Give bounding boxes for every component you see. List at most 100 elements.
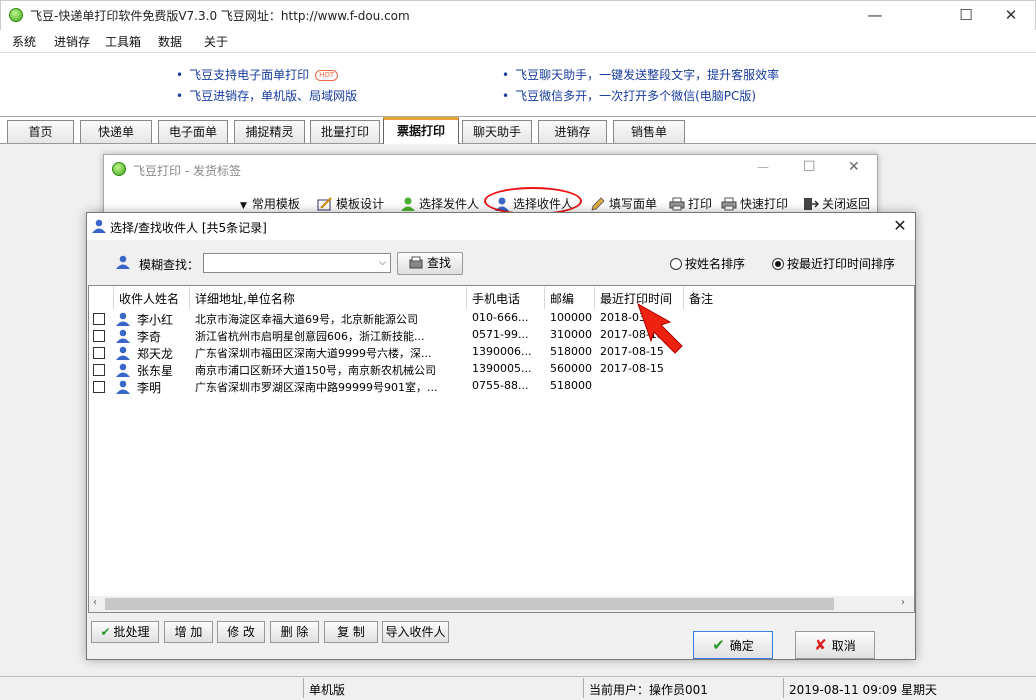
cell-zip[interactable]: 518000 [550,345,592,358]
maximize-button[interactable]: ☐ [803,159,816,175]
cell-address[interactable]: 广东省深圳市罗湖区深南中路99999号901室，... [195,379,437,395]
row-checkbox[interactable] [93,347,105,359]
caret-down-icon: ▼ [240,201,247,211]
quick-print-button[interactable]: 快速打印 [721,195,788,212]
template-design-button[interactable]: 模板设计 [317,195,384,212]
cell-time[interactable]: 2017-08-15 [600,362,664,375]
close-return-button[interactable]: 关闭返回 [803,195,870,212]
design-icon [317,197,333,211]
cell-phone[interactable]: 1390006... [472,345,531,358]
tab-eorder[interactable]: 电子面单 [158,120,228,143]
col-header-name[interactable]: 收件人姓名 [119,290,179,307]
search-button[interactable]: 查找 [397,252,463,275]
row-checkbox[interactable] [93,313,105,325]
fill-form-button[interactable]: 填写面单 [590,195,657,212]
menu-data[interactable]: 数据 [158,33,182,50]
cell-name[interactable]: 张东星 [137,362,173,379]
menu-about[interactable]: 关于 [204,33,228,50]
row-checkbox[interactable] [93,330,105,342]
shipping-label-window-title: 飞豆打印 - 发货标签 [133,164,241,178]
user-blue-icon [116,346,130,360]
copy-button[interactable]: 复 制 [324,621,378,643]
cell-phone[interactable]: 0755-88... [472,379,528,392]
status-divider [303,678,304,698]
radio-icon [670,258,682,270]
status-current-user: 当前用户：操作员001 [589,683,708,697]
promo-link-chat[interactable]: • 飞豆聊天助手，一键发送整段文字，提升客服效率 [502,66,779,83]
user-blue-icon [116,363,130,377]
promo-banner [0,52,1036,116]
cell-address[interactable]: 北京市海淀区幸福大道69号，北京新能源公司 [195,311,418,327]
status-divider [783,678,784,698]
promo-link-inventory[interactable]: • 飞豆进销存，单机版、局域网版 [176,87,357,104]
window-title: 飞豆-快递单打印软件免费版V7.3.0 飞豆网址：http://www.f-do… [30,9,410,23]
cell-zip[interactable]: 518000 [550,379,592,392]
cell-address[interactable]: 南京市浦口区新环大道150号，南京新农机械公司 [195,362,436,378]
sort-by-name-radio[interactable]: 按姓名排序 [670,255,745,272]
cell-address[interactable]: 浙江省杭州市启明星创意园606，浙江新技能... [195,328,424,344]
cell-name[interactable]: 李小红 [137,311,173,328]
batch-process-button[interactable]: ✔ 批处理 [91,621,159,643]
chevron-down-icon[interactable]: ⌵ [375,254,390,272]
scroll-right-icon[interactable]: › [901,597,905,608]
menu-system[interactable]: 系统 [12,33,36,50]
dialog-title: 选择/查找收件人 [共5条记录] [110,221,267,235]
edit-button[interactable]: 修 改 [217,621,265,643]
cell-zip[interactable]: 310000 [550,328,592,341]
col-header-zip[interactable]: 邮编 [550,290,574,307]
cell-address[interactable]: 广东省深圳市福田区深南大道9999号六楼，深... [195,345,431,361]
cell-zip[interactable]: 560000 [550,362,592,375]
cell-name[interactable]: 李明 [137,379,161,396]
import-recipients-button[interactable]: 导入收件人 [382,621,449,643]
tab-sales[interactable]: 销售单 [613,120,685,143]
print-button[interactable]: 打印 [669,195,712,212]
minimize-button[interactable]: — [757,160,769,174]
delete-button[interactable]: 删 除 [270,621,319,643]
cell-name[interactable]: 郑天龙 [137,345,173,362]
add-button[interactable]: 增 加 [164,621,213,643]
cancel-button[interactable]: ✘ 取消 [795,631,875,659]
tab-home[interactable]: 首页 [7,120,74,143]
close-button[interactable]: ✕ [988,0,1034,30]
common-template-button[interactable]: ▼ 常用模板 [240,195,300,212]
cell-name[interactable]: 李奇 [137,328,161,345]
promo-link-eorder[interactable]: • 飞豆支持电子面单打印 HOT [176,66,339,83]
menu-inventory[interactable]: 进销存 [54,33,90,50]
select-sender-button[interactable]: 选择发件人 [400,195,479,212]
tab-chat[interactable]: 聊天助手 [462,120,532,143]
maximize-button[interactable]: ☐ [943,0,989,30]
col-header-note[interactable]: 备注 [689,290,713,307]
col-header-address[interactable]: 详细地址,单位名称 [195,290,295,307]
cell-phone[interactable]: 0571-99... [472,328,528,341]
row-checkbox[interactable] [93,364,105,376]
checkmark-icon: ✔ [100,625,111,639]
user-blue-icon [116,329,130,343]
ok-button[interactable]: ✔ 确定 [693,631,773,659]
dialog-close-button[interactable]: ✕ [888,215,912,237]
sort-by-recent-radio[interactable]: 按最近打印时间排序 [772,255,895,272]
app-logo-icon [112,162,126,176]
cell-phone[interactable]: 010-666... [472,311,528,324]
row-checkbox[interactable] [93,381,105,393]
tab-express[interactable]: 快递单 [80,120,152,143]
scrollbar-thumb[interactable] [105,598,834,610]
search-input[interactable] [203,253,391,273]
checkmark-icon: ✔ [712,636,725,654]
tab-batch-print[interactable]: 批量打印 [310,120,380,143]
tab-ticket-print[interactable]: 票据打印 [383,117,459,144]
minimize-button[interactable]: — [852,0,898,30]
col-header-phone[interactable]: 手机电话 [472,290,520,307]
user-blue-icon [116,380,130,394]
scroll-left-icon[interactable]: ‹ [93,597,97,608]
close-button[interactable]: ✕ [848,159,860,175]
cell-phone[interactable]: 1390005... [472,362,531,375]
user-blue-icon [92,219,106,233]
tab-capture[interactable]: 捕捉精灵 [234,120,305,143]
cell-zip[interactable]: 100000 [550,311,592,324]
menu-toolbox[interactable]: 工具箱 [105,33,141,50]
printer-icon [721,197,737,211]
tab-inventory[interactable]: 进销存 [538,120,607,143]
promo-link-wechat[interactable]: • 飞豆微信多开，一次打开多个微信(电脑PC版) [502,87,756,104]
app-logo-icon [9,8,23,22]
user-green-icon [400,197,416,211]
